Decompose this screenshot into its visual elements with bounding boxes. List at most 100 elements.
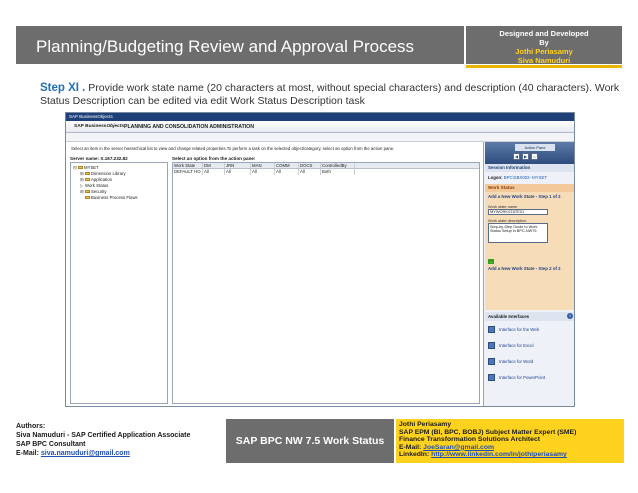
step-instruction: Step XI . Provide work state name (20 ch…	[40, 82, 620, 108]
credit-box: Designed and Developed By Jothi Periasam…	[466, 26, 622, 65]
logon-value[interactable]: BPC\SBX002- MYSET	[504, 175, 547, 180]
tree-item-label: MYSET	[84, 165, 99, 170]
footer-authors: Authors: Siva Namuduri - SAP Certified A…	[16, 419, 226, 463]
interface-icon	[488, 373, 495, 381]
admin-title: PLANNING AND CONSOLIDATION ADMINISTRATIO…	[124, 124, 254, 130]
tree-item[interactable]: Business Process Flows	[73, 195, 165, 201]
table-row[interactable]: DEFAULT HO All All All All All Both	[173, 169, 479, 175]
table-cell: All	[251, 169, 275, 175]
contact-email-link[interactable]: JoeSaran@gmail.com	[423, 444, 494, 451]
contact-title: SAP EPM (BI, BPC, BOBJ) Subject Matter E…	[399, 428, 577, 436]
contact-name: Jothi Periasamy	[399, 421, 452, 428]
tree-item-label: Work Status	[85, 183, 109, 188]
interfaces-header: Available Interfaces i	[485, 312, 574, 321]
grid-column-header[interactable]: MAN	[251, 163, 275, 168]
server-name: Server name: S.167.232.82	[70, 156, 128, 161]
interface-item[interactable]: Interface for Excel	[485, 337, 574, 353]
author-email-row: E-Mail: siva.namuduri@gmail.com	[16, 449, 226, 458]
work-status-header: Work Status	[485, 184, 574, 192]
logon-label: Logon:	[488, 175, 503, 180]
slide-title: Planning/Budgeting Review and Approval P…	[36, 37, 415, 56]
linkedin-link[interactable]: http://www.linkedin.com/in/jothiperiasam…	[431, 451, 567, 458]
table-cell: All	[275, 169, 299, 175]
work-status-form: Add a New Work State - Step 1 of 2 Work …	[485, 192, 574, 310]
author-line: Siva Namuduri - SAP Certified Applicatio…	[16, 432, 191, 439]
folder-icon	[78, 166, 83, 170]
app-logo: SAP BusinessObjects	[74, 124, 124, 129]
action-pane: Action Pane ◀ ▶ ⌂ Session Information Logo…	[485, 142, 574, 406]
main-area: Select an item in the server hierarchica…	[66, 142, 484, 406]
table-cell: DEFAULT HO	[173, 169, 203, 175]
grid-column-header[interactable]: ControlledBy	[321, 163, 355, 168]
interface-icon	[488, 325, 495, 333]
work-state-grid: Work State DM JRN MAN COMM DOCS ControlledBy D…	[172, 162, 480, 404]
contact-role: Finance Transformation Solutions Archite…	[399, 436, 540, 444]
app-menu-bar	[66, 133, 574, 142]
interface-label: Interface for the Web	[499, 326, 540, 332]
grid-column-header[interactable]: Work State	[173, 163, 203, 168]
grid-column-header[interactable]: JRN	[225, 163, 251, 168]
app-screenshot: SAP BusinessObjects SAP BusinessObjects …	[65, 112, 575, 407]
app-logo-bar: SAP BusinessObjects PLANNING AND CONSOLI…	[66, 121, 574, 133]
grid-column-header[interactable]: DOCS	[299, 163, 321, 168]
logo-suffix: Objects	[106, 124, 125, 129]
author-role: SAP BPC Consultant	[16, 441, 86, 448]
step-text: Provide work state name (20 characters a…	[40, 82, 620, 107]
home-icon[interactable]: ⌂	[531, 153, 538, 160]
interface-item[interactable]: Interface for PowerPoint	[485, 369, 574, 385]
interfaces-title: Available Interfaces	[488, 314, 530, 319]
contact-email-row: E-Mail: JoeSaran@gmail.com	[399, 444, 621, 452]
main-instruction: Select an item in the server hierarchica…	[71, 146, 395, 151]
action-pane-top: Action Pane ◀ ▶ ⌂	[485, 142, 574, 164]
contact-email-label: E-Mail:	[399, 443, 424, 451]
next-arrow-icon[interactable]: →	[488, 259, 494, 264]
credit-name1: Jothi Periasamy	[515, 47, 573, 56]
interface-label: Interface for Word	[499, 358, 534, 364]
info-icon[interactable]: i	[567, 313, 573, 319]
tree-item-label: Dimension Library	[91, 171, 126, 176]
header-divider	[466, 65, 622, 68]
session-header: Session Information	[485, 164, 574, 172]
interface-item[interactable]: Interface for Word	[485, 353, 574, 369]
table-cell: All	[299, 169, 321, 175]
grid-column-header[interactable]: COMM	[275, 163, 299, 168]
slide-header: Planning/Budgeting Review and Approval P…	[16, 26, 464, 64]
pane-nav-buttons: ◀ ▶ ⌂	[513, 153, 540, 160]
author-email-link[interactable]: siva.namuduri@gmail.com	[41, 450, 130, 457]
credit-name2: Siva Namuduri	[517, 56, 571, 65]
tree-item-label: Application	[91, 177, 113, 182]
action-pane-tab[interactable]: Action Pane	[515, 144, 555, 151]
contact-linkedin-row: LinkedIn: http://www.linkedin.com/in/jot…	[399, 451, 621, 459]
table-cell: All	[203, 169, 225, 175]
linkedin-label: LinkedIn:	[399, 451, 432, 459]
folder-icon	[85, 172, 90, 176]
ws-desc-input[interactable]: Step-by-Step Guide to Work Status Setup …	[488, 223, 548, 243]
table-cell: All	[225, 169, 251, 175]
interface-item[interactable]: Interface for the Web	[485, 321, 574, 337]
action-header: Select an option from the action pane:	[172, 156, 256, 161]
footer-contact: Jothi Periasamy SAP EPM (BI, BPC, BOBJ) …	[396, 419, 624, 463]
tree-item-label: Security	[91, 189, 107, 194]
table-cell: Both	[321, 169, 355, 175]
ws-step1-title: Add a New Work State - Step 1 of 2	[488, 194, 561, 199]
interface-label: Interface for PowerPoint	[499, 374, 546, 380]
ws-name-input[interactable]: MYWORKSTATE01	[488, 209, 548, 215]
app-window-title: SAP BusinessObjects	[66, 113, 574, 121]
interface-icon	[488, 357, 495, 365]
credit-line1: Designed and Developed	[499, 29, 589, 38]
email-label: E-Mail:	[16, 450, 41, 457]
folder-icon	[85, 178, 90, 182]
logo-prefix: SAP Business	[74, 124, 107, 129]
forward-icon[interactable]: ▶	[522, 153, 529, 160]
grid-column-header[interactable]: DM	[203, 163, 225, 168]
step-label: Step XI .	[40, 82, 86, 94]
folder-icon	[85, 190, 90, 194]
credit-line2: By	[539, 38, 549, 47]
interface-label: Interface for Excel	[499, 342, 534, 348]
ws-step2-title: Add a New Work State - Step 2 of 2	[488, 266, 561, 271]
authors-label: Authors:	[16, 423, 46, 430]
server-tree: ⊟ MYSET ⊞ Dimension Library ⊞ Application ▷ Wor…	[70, 162, 168, 404]
back-icon[interactable]: ◀	[513, 153, 520, 160]
interface-icon	[488, 341, 495, 349]
tree-item-label: Business Process Flows	[91, 195, 138, 200]
